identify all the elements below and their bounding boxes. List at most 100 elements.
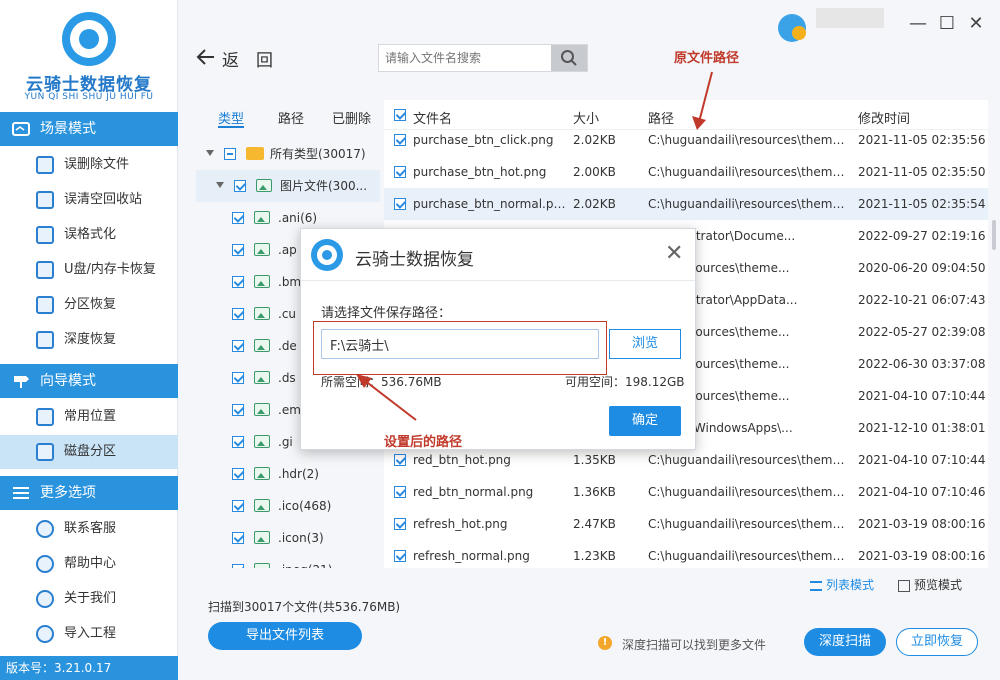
row-checkbox[interactable] xyxy=(394,198,406,210)
active-tab-indicator xyxy=(218,126,244,128)
nav-label: 误删除文件 xyxy=(64,157,130,172)
minimize-icon[interactable]: — xyxy=(908,14,928,34)
nav-label: 磁盘分区 xyxy=(64,444,117,459)
nav-label: 深度恢复 xyxy=(64,332,117,347)
tree-item[interactable]: .jpeg(21) xyxy=(196,554,380,568)
cell-time: 2021-11-05 02:35:56 xyxy=(858,133,986,147)
nav-label: 误清空回收站 xyxy=(64,192,143,207)
tree-checkbox[interactable] xyxy=(232,500,244,512)
nav-disk-partition[interactable]: 磁盘分区 xyxy=(0,435,178,469)
export-file-list-button[interactable]: 导出文件列表 xyxy=(208,622,362,650)
nav-customer-service[interactable]: 联系客服 xyxy=(0,512,178,546)
tree-item[interactable]: .icon(3) xyxy=(196,522,380,554)
tab-type[interactable]: 类型 xyxy=(218,108,244,127)
nav-recycle-bin[interactable]: 误清空回收站 xyxy=(0,183,178,217)
cell-time: 2021-04-10 07:10:44 xyxy=(858,389,986,403)
cell-path: C:\huguandaili\resources\theme... xyxy=(648,549,848,563)
select-all-checkbox[interactable] xyxy=(394,109,406,121)
recover-now-button[interactable]: 立即恢复 xyxy=(896,628,978,656)
back-button[interactable]: 返 回 xyxy=(222,46,273,71)
table-row[interactable]: purchase_btn_click.png 2.02KB C:\huguandai… xyxy=(384,124,988,156)
section-more-options[interactable]: 更多选项 xyxy=(0,476,178,510)
table-row[interactable]: refresh_normal.png 1.23KB C:\huguandaili\r… xyxy=(384,540,988,568)
list-mode-toggle[interactable]: 列表模式 xyxy=(810,576,874,593)
row-checkbox[interactable] xyxy=(394,134,406,146)
browse-button[interactable]: 浏览 xyxy=(609,329,681,359)
expand-arrow-icon[interactable] xyxy=(216,182,224,188)
search-input[interactable] xyxy=(379,45,551,71)
table-scrollbar[interactable] xyxy=(992,220,996,250)
tree-checkbox[interactable] xyxy=(232,340,244,352)
row-checkbox[interactable] xyxy=(394,486,406,498)
row-checkbox[interactable] xyxy=(394,166,406,178)
save-path-input[interactable] xyxy=(321,329,599,359)
tree-checkbox[interactable] xyxy=(234,180,246,192)
nav-format[interactable]: 误格式化 xyxy=(0,218,178,252)
tree-checkbox[interactable] xyxy=(224,148,236,160)
nav-common-locations[interactable]: 常用位置 xyxy=(0,400,178,434)
tree-item[interactable]: 图片文件(300... xyxy=(196,170,380,202)
close-window-icon[interactable]: ✕ xyxy=(966,14,986,34)
warning-icon: ! xyxy=(598,636,612,650)
tree-checkbox[interactable] xyxy=(232,276,244,288)
annotation-original-path: 原文件路径 xyxy=(674,51,740,66)
table-row[interactable]: purchase_btn_normal.png 2.02KB C:\huguanda… xyxy=(384,188,988,220)
table-row[interactable]: purchase_btn_hot.png 2.00KB C:\huguandaili… xyxy=(384,156,988,188)
section-wizard-mode[interactable]: 向导模式 xyxy=(0,364,178,398)
row-checkbox[interactable] xyxy=(394,550,406,562)
tree-item[interactable]: .ico(468) xyxy=(196,490,380,522)
nav-deep-recovery[interactable]: 深度恢复 xyxy=(0,323,178,357)
tree-checkbox[interactable] xyxy=(232,404,244,416)
tree-checkbox[interactable] xyxy=(232,372,244,384)
folder-icon xyxy=(246,147,264,160)
maximize-icon[interactable]: ☐ xyxy=(937,14,957,34)
image-file-icon xyxy=(254,339,270,352)
info-icon xyxy=(36,590,54,608)
recycle-bin-icon xyxy=(36,191,54,209)
tree-item[interactable]: 所有类型(30017) xyxy=(196,138,380,170)
cell-time: 2022-05-27 02:39:08 xyxy=(858,325,986,339)
table-row[interactable]: refresh_hot.png 2.47KB C:\huguandaili\reso… xyxy=(384,508,988,540)
nav-about-us[interactable]: 关于我们 xyxy=(0,582,178,616)
ok-button[interactable]: 确定 xyxy=(609,406,681,436)
tab-deleted[interactable]: 已删除 xyxy=(332,108,371,127)
scene-mode-icon xyxy=(12,122,30,136)
tree-checkbox[interactable] xyxy=(232,244,244,256)
nav-partition-recovery[interactable]: 分区恢复 xyxy=(0,288,178,322)
preview-mode-toggle[interactable]: 预览模式 xyxy=(898,576,962,593)
image-file-icon xyxy=(254,371,270,384)
table-row[interactable]: red_btn_normal.png 1.36KB C:\huguandaili\r… xyxy=(384,476,988,508)
cell-size: 2.47KB xyxy=(573,517,616,531)
search-button[interactable] xyxy=(551,45,587,71)
tab-path[interactable]: 路径 xyxy=(278,108,304,127)
nav-label: 帮助中心 xyxy=(64,556,117,571)
section-scene-mode[interactable]: 场景模式 xyxy=(0,112,178,146)
cell-size: 2.02KB xyxy=(573,133,616,147)
tree-checkbox[interactable] xyxy=(232,564,244,568)
row-checkbox[interactable] xyxy=(394,454,406,466)
expand-arrow-icon[interactable] xyxy=(206,150,214,156)
tree-checkbox[interactable] xyxy=(232,212,244,224)
tree-checkbox[interactable] xyxy=(232,436,244,448)
deep-scan-button[interactable]: 深度扫描 xyxy=(804,628,886,656)
tree-checkbox[interactable] xyxy=(232,532,244,544)
nav-usb-card[interactable]: U盘/内存卡恢复 xyxy=(0,253,178,287)
tree-checkbox[interactable] xyxy=(232,308,244,320)
nav-import-project[interactable]: 导入工程 xyxy=(0,617,178,651)
tree-checkbox[interactable] xyxy=(232,468,244,480)
dialog-close-icon[interactable]: ✕ xyxy=(665,241,683,266)
nav-deleted-files[interactable]: 误删除文件 xyxy=(0,148,178,182)
version-label: 版本号：3.21.0.17 xyxy=(0,656,178,680)
image-file-icon xyxy=(256,179,272,192)
list-mode-icon xyxy=(810,580,822,591)
back-arrow-icon[interactable] xyxy=(196,48,216,66)
cell-size: 1.36KB xyxy=(573,485,616,499)
signpost-icon xyxy=(14,376,29,388)
row-checkbox[interactable] xyxy=(394,518,406,530)
nav-help-center[interactable]: 帮助中心 xyxy=(0,547,178,581)
format-icon xyxy=(36,226,54,244)
image-file-icon xyxy=(254,467,270,480)
tree-item-label: .de xyxy=(278,339,297,353)
tree-item[interactable]: .hdr(2) xyxy=(196,458,380,490)
image-file-icon xyxy=(254,499,270,512)
